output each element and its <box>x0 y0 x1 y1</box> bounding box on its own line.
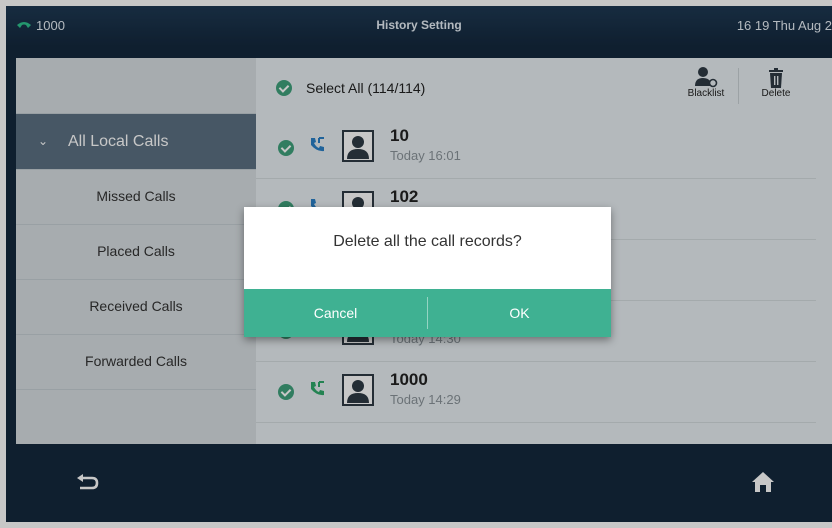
delete-confirm-dialog: Delete all the call records? Cancel OK <box>244 207 611 337</box>
dialog-message: Delete all the call records? <box>333 233 522 250</box>
dialog-button-row: Cancel OK <box>244 289 611 337</box>
ok-button[interactable]: OK <box>428 289 611 337</box>
cancel-button[interactable]: Cancel <box>244 289 427 337</box>
